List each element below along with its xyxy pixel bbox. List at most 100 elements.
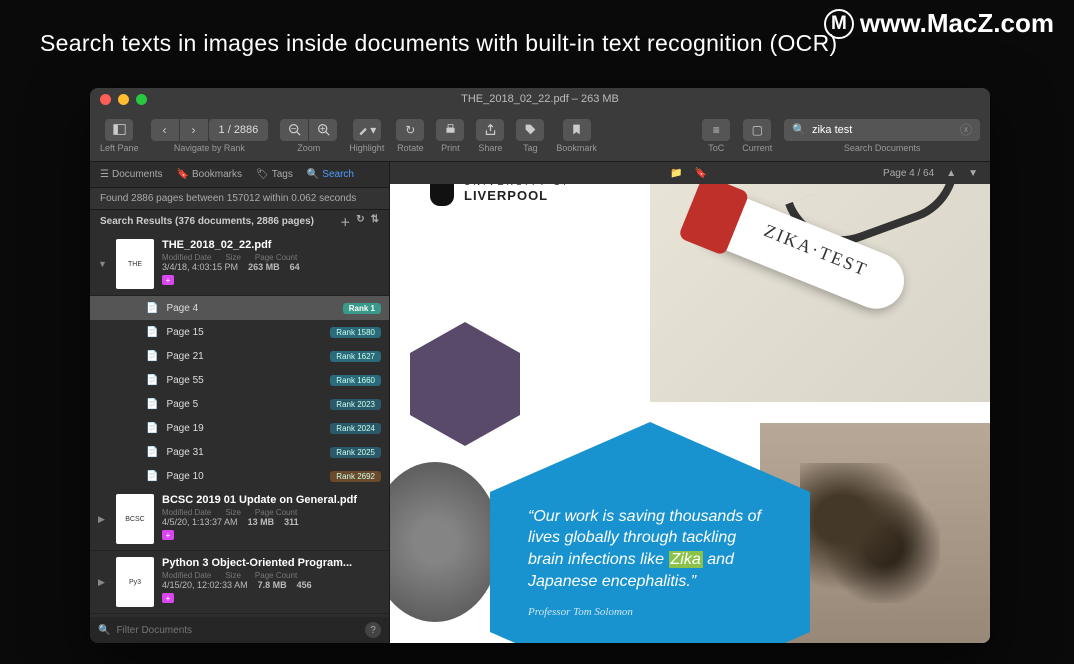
- rank-badge: Rank 1580: [330, 327, 381, 338]
- test-tube-graphic: ZIKA·TEST: [660, 202, 920, 382]
- page-result-row[interactable]: 📄 Page 21 Rank 1627: [90, 344, 389, 368]
- page-icon: 📄: [146, 351, 158, 362]
- nav-prev-button[interactable]: ‹: [151, 119, 179, 141]
- minimize-icon[interactable]: [118, 94, 129, 105]
- tab-bookmarks[interactable]: 🔖 Bookmarks: [177, 169, 242, 180]
- close-icon[interactable]: [100, 94, 111, 105]
- page-indicator: Page 4 / 64: [883, 168, 934, 179]
- bookmark-small-icon[interactable]: 🔖: [695, 168, 707, 179]
- sidebar: ☰ Documents 🔖 Bookmarks 🏷 Tags 🔍 Search …: [90, 162, 390, 643]
- tag-label: Tag: [523, 143, 538, 153]
- rank-badge: Rank 2023: [330, 399, 381, 410]
- help-icon[interactable]: ?: [365, 622, 381, 638]
- search-results-list[interactable]: ▼ THE THE_2018_02_22.pdf Modified DateSi…: [90, 233, 389, 617]
- tab-tags[interactable]: 🏷 Tags: [256, 169, 293, 180]
- toc-label: ToC: [708, 143, 724, 153]
- document-viewer[interactable]: ZIKA·TEST UNIVERSITY OF LIVERPOOL “Our w…: [390, 162, 990, 643]
- zoom-label: Zoom: [297, 143, 320, 153]
- page-label: Page 15: [166, 327, 203, 338]
- rank-badge: Rank 1660: [330, 375, 381, 386]
- page-label: Page 55: [166, 375, 203, 386]
- tab-documents[interactable]: ☰ Documents: [100, 169, 163, 180]
- page-result-row[interactable]: 📄 Page 10 Rank 2692: [90, 464, 389, 488]
- document-item[interactable]: ▼ THE THE_2018_02_22.pdf Modified DateSi…: [90, 233, 389, 296]
- rank-badge: Rank 2025: [330, 447, 381, 458]
- page-icon: 📄: [146, 423, 158, 434]
- share-button[interactable]: [476, 119, 504, 141]
- current-label: Current: [742, 143, 772, 153]
- toc-button[interactable]: ≡: [702, 119, 730, 141]
- disclosure-icon[interactable]: ▶: [98, 494, 108, 544]
- disclosure-icon[interactable]: ▶: [98, 557, 108, 607]
- rank-badge: Rank 1627: [330, 351, 381, 362]
- navigate-label: Navigate by Rank: [174, 143, 245, 153]
- highlight-button[interactable]: ▾: [353, 119, 381, 141]
- page-icon: 📄: [146, 375, 158, 386]
- document-thumbnail: THE: [116, 239, 154, 289]
- page-result-row[interactable]: 📄 Page 4 Rank 1: [90, 296, 389, 320]
- quote-attribution: Professor Tom Solomon: [528, 606, 772, 618]
- tag-button[interactable]: [516, 119, 544, 141]
- window-title: THE_2018_02_22.pdf – 263 MB: [90, 93, 990, 105]
- nav-next-button[interactable]: ›: [180, 119, 208, 141]
- search-results-header: Search Results (376 documents, 2886 page…: [90, 210, 389, 233]
- search-input[interactable]: [812, 124, 954, 136]
- left-pane-label: Left Pane: [100, 143, 139, 153]
- filter-icon[interactable]: ⇅: [371, 214, 379, 229]
- page-icon: 📄: [146, 327, 158, 338]
- document-title: THE_2018_02_22.pdf: [162, 239, 381, 251]
- search-field[interactable]: 🔍 ⓧ: [784, 119, 980, 141]
- bookmark-button[interactable]: [563, 119, 591, 141]
- page-result-row[interactable]: 📄 Page 31 Rank 2025: [90, 440, 389, 464]
- document-thumbnail: BCSC: [116, 494, 154, 544]
- document-tag[interactable]: +: [162, 593, 381, 603]
- highlight-label: Highlight: [349, 143, 384, 153]
- page-label: Page 4: [166, 303, 198, 314]
- document-tag[interactable]: +: [162, 530, 381, 540]
- page-result-row[interactable]: 📄 Page 19 Rank 2024: [90, 416, 389, 440]
- document-title: Python 3 Object-Oriented Program...: [162, 557, 381, 569]
- document-title: BCSC 2019 01 Update on General.pdf: [162, 494, 381, 506]
- page-result-row[interactable]: 📄 Page 15 Rank 1580: [90, 320, 389, 344]
- bookmark-label: Bookmark: [556, 143, 597, 153]
- page-down-icon[interactable]: ▼: [968, 168, 978, 179]
- add-icon[interactable]: ＋: [340, 214, 350, 229]
- page-icon: 📄: [146, 471, 158, 482]
- rank-badge: Rank 1: [343, 303, 381, 314]
- cell-hexagon-graphic: [410, 322, 520, 446]
- left-pane-button[interactable]: [105, 119, 133, 141]
- rotate-button[interactable]: ↻: [396, 119, 424, 141]
- print-label: Print: [441, 143, 460, 153]
- document-item[interactable]: ▶ Py3 Python 3 Object-Oriented Program..…: [90, 551, 389, 614]
- page-result-row[interactable]: 📄 Page 5 Rank 2023: [90, 392, 389, 416]
- refresh-icon[interactable]: ↻: [356, 214, 364, 229]
- folder-icon[interactable]: 📁: [670, 168, 682, 179]
- page-result-row[interactable]: 📄 Page 55 Rank 1660: [90, 368, 389, 392]
- filter-search-icon: 🔍: [98, 625, 110, 636]
- tag-badge-icon: +: [162, 275, 174, 285]
- print-button[interactable]: [436, 119, 464, 141]
- page-label: Page 31: [166, 447, 203, 458]
- clear-search-icon[interactable]: ⓧ: [960, 121, 972, 138]
- zoom-in-button[interactable]: [309, 119, 337, 141]
- document-tag[interactable]: +: [162, 275, 381, 285]
- page-label: Page 21: [166, 351, 203, 362]
- tab-search[interactable]: 🔍 Search: [307, 169, 354, 180]
- fullscreen-icon[interactable]: [136, 94, 147, 105]
- search-label: Search Documents: [844, 143, 921, 153]
- search-status: Found 2886 pages between 157012 within 0…: [100, 193, 379, 204]
- viewer-infobar: Found 2886 pages between 157012 within 0…: [390, 162, 990, 184]
- share-label: Share: [478, 143, 502, 153]
- page-label: Page 5: [166, 399, 198, 410]
- zoom-out-button[interactable]: [280, 119, 308, 141]
- document-item[interactable]: ▶ BCSC BCSC 2019 01 Update on General.pd…: [90, 488, 389, 551]
- disclosure-icon[interactable]: ▼: [98, 239, 108, 289]
- filter-input[interactable]: [116, 625, 359, 636]
- current-button[interactable]: ▢: [743, 119, 771, 141]
- document-page: ZIKA·TEST UNIVERSITY OF LIVERPOOL “Our w…: [390, 162, 990, 643]
- nav-counter: 1 / 2886: [209, 119, 269, 141]
- page-icon: 📄: [146, 399, 158, 410]
- page-up-icon[interactable]: ▲: [946, 168, 956, 179]
- brain-scan-graphic: [390, 462, 500, 622]
- rotate-label: Rotate: [397, 143, 424, 153]
